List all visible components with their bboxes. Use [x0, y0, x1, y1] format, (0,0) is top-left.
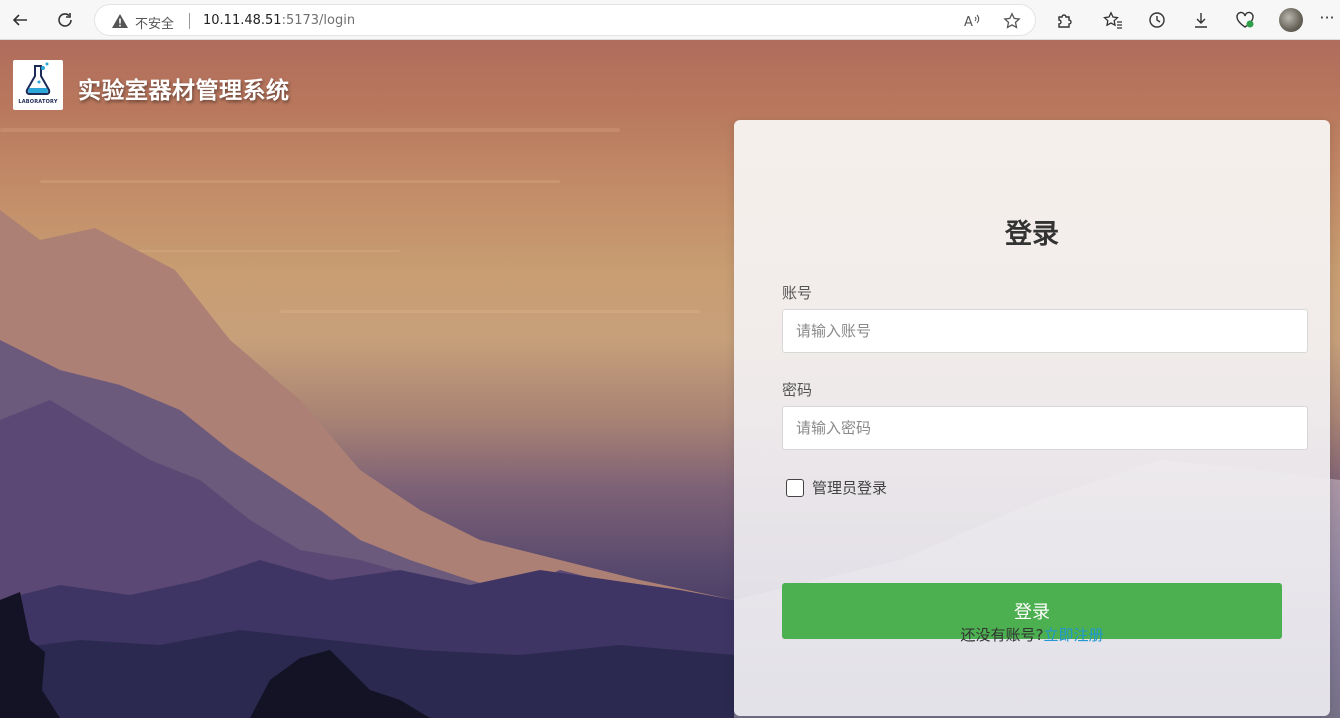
extensions-icon[interactable]	[1053, 8, 1077, 32]
login-page: LABORATORY 实验室器材管理系统 登录 账号 密码 管理员登录 登录 还…	[0, 40, 1340, 718]
login-card: 登录 账号 密码 管理员登录 登录 还没有账号?立即注册	[734, 120, 1330, 716]
url-text: 10.11.48.51:5173/login	[203, 13, 356, 28]
register-prompt: 还没有账号?立即注册	[734, 624, 1330, 645]
logo-text: LABORATORY	[18, 99, 58, 105]
insecure-label: 不安全	[135, 17, 175, 32]
no-account-text: 还没有账号?	[960, 626, 1044, 644]
site-logo: LABORATORY	[13, 60, 63, 110]
download-icon[interactable]	[1189, 8, 1213, 32]
svg-text:A: A	[964, 15, 973, 29]
history-icon[interactable]	[1145, 8, 1169, 32]
profile-avatar[interactable]	[1279, 8, 1303, 32]
admin-login-row[interactable]: 管理员登录	[786, 477, 887, 498]
warning-icon	[112, 14, 128, 28]
site-title: 实验室器材管理系统	[78, 78, 290, 104]
read-aloud-icon[interactable]: A	[961, 10, 983, 32]
health-heart-icon[interactable]	[1233, 8, 1257, 32]
reload-icon[interactable]	[51, 6, 79, 34]
account-input[interactable]	[782, 309, 1308, 353]
admin-login-checkbox[interactable]	[786, 478, 804, 497]
more-menu-icon[interactable]: ···	[1316, 8, 1338, 32]
flask-icon	[25, 62, 51, 95]
password-input[interactable]	[782, 406, 1308, 450]
back-icon[interactable]	[6, 6, 34, 34]
favorites-icon[interactable]	[1101, 8, 1125, 32]
address-separator	[189, 13, 190, 29]
password-label: 密码	[782, 381, 813, 399]
browser-toolbar: 不安全 10.11.48.51:5173/login A ···	[0, 0, 1340, 40]
register-link[interactable]: 立即注册	[1043, 626, 1103, 644]
login-title: 登录	[1005, 219, 1059, 250]
admin-login-label[interactable]: 管理员登录	[812, 477, 887, 498]
favorite-star-icon[interactable]	[1001, 10, 1023, 32]
account-label: 账号	[782, 284, 813, 302]
address-bar[interactable]: 不安全 10.11.48.51:5173/login A	[94, 4, 1036, 36]
